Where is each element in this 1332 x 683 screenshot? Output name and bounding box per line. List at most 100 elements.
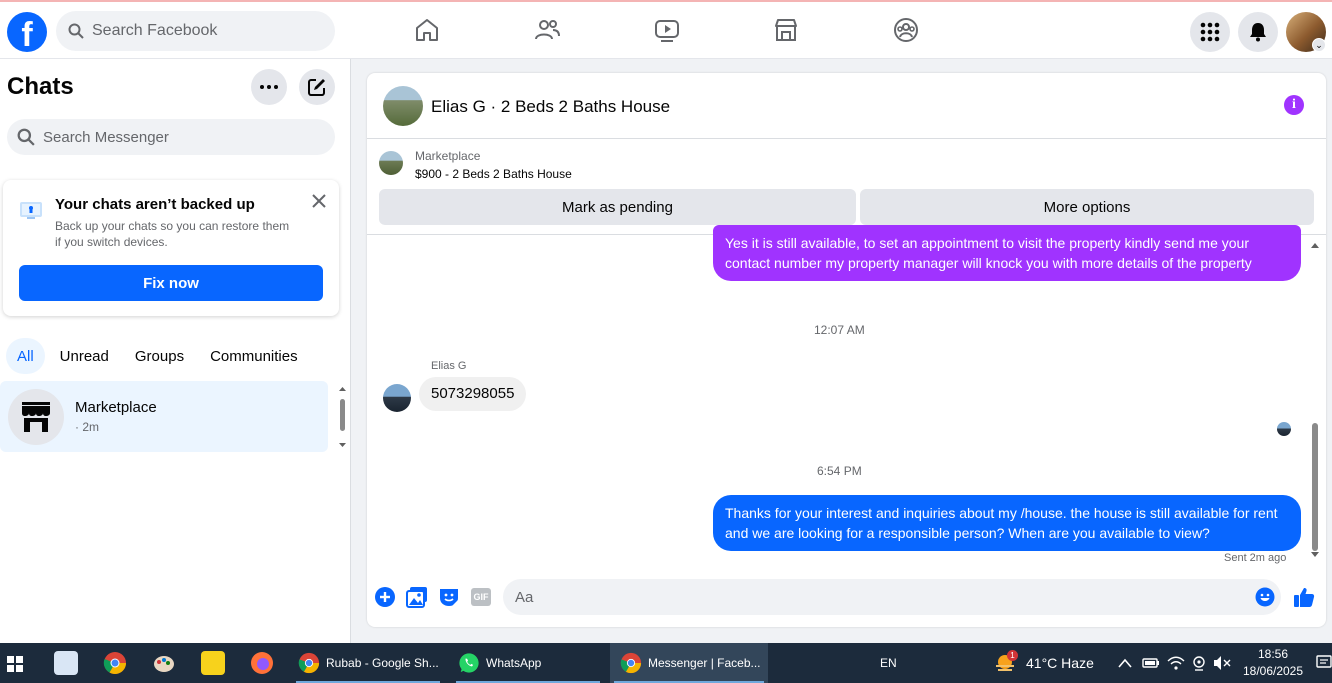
battery-icon[interactable] <box>1142 655 1160 671</box>
sender-name: Elias G <box>431 360 467 372</box>
chevron-up-icon[interactable] <box>1118 657 1132 669</box>
received-message[interactable]: 5073298055 <box>419 377 527 411</box>
app-icon-document[interactable] <box>54 651 78 675</box>
filter-groups[interactable]: Groups <box>124 338 195 374</box>
image-icon <box>406 587 427 608</box>
listing-avatar[interactable] <box>383 86 423 126</box>
storefront-icon <box>22 402 50 432</box>
chats-options-button[interactable] <box>251 69 287 105</box>
messenger-search-input[interactable] <box>43 128 303 146</box>
marketplace-icon[interactable] <box>772 16 800 44</box>
system-clock[interactable]: 18:56 18/06/2025 <box>1238 646 1308 680</box>
clock-time: 18:56 <box>1257 647 1289 661</box>
filter-communities[interactable]: Communities <box>199 338 309 374</box>
weather-icon: 1 <box>994 650 1018 674</box>
marketplace-avatar <box>8 389 64 445</box>
chats-title: Chats <box>7 73 74 100</box>
more-options-icon <box>260 85 278 89</box>
conversation-header: Elias G · 2 Beds 2 Baths House i <box>367 73 1326 139</box>
facebook-search-box[interactable] <box>56 11 335 51</box>
listing-thumbnail[interactable] <box>379 151 403 175</box>
mark-as-pending-button[interactable]: Mark as pending <box>379 189 856 225</box>
taskbar-messenger-chrome[interactable]: Messenger | Faceb... <box>610 643 768 683</box>
message-timestamp: 12:07 AM <box>814 323 865 337</box>
windows-start-icon[interactable] <box>7 656 23 672</box>
more-options-button[interactable]: More options <box>860 189 1314 225</box>
chat-filters: All Unread Groups Communities <box>6 338 309 374</box>
like-button[interactable] <box>1292 585 1316 609</box>
taskbar-chrome-sheets[interactable]: Rubab - Google Sh... <box>292 643 442 683</box>
backup-lock-icon <box>20 202 42 219</box>
top-navigation: f ⌄ <box>0 0 1332 59</box>
webcam-icon[interactable] <box>1191 655 1207 671</box>
taskbar-item-label: Messenger | Faceb... <box>648 656 761 670</box>
emoji-button[interactable] <box>1253 585 1277 609</box>
firefox-icon[interactable] <box>250 651 274 675</box>
marketplace-label: Marketplace <box>415 149 481 163</box>
gif-button[interactable]: GIF <box>469 585 493 609</box>
friends-icon[interactable] <box>533 16 561 44</box>
backup-notice-card: Your chats aren’t backed up Back up your… <box>3 180 339 316</box>
filter-unread[interactable]: Unread <box>49 338 120 374</box>
home-icon[interactable] <box>413 16 441 44</box>
weather-widget[interactable]: 1 41°C Haze <box>994 643 1094 683</box>
sticker-button[interactable] <box>437 585 461 609</box>
backup-title: Your chats aren’t backed up <box>55 196 255 213</box>
chat-list-scrollbar[interactable] <box>338 385 347 451</box>
notifications-button[interactable] <box>1238 12 1278 52</box>
listing-title[interactable]: $900 - 2 Beds 2 Baths House <box>415 167 572 181</box>
info-icon[interactable]: i <box>1284 95 1304 115</box>
conversation-scrollbar[interactable] <box>1309 239 1321 559</box>
attach-photo-button[interactable] <box>405 585 429 609</box>
add-attachment-button[interactable] <box>373 585 397 609</box>
message-input[interactable] <box>503 579 1281 615</box>
message-status: Sent 2m ago <box>1224 552 1287 564</box>
weather-alert-badge: 1 <box>1007 650 1018 661</box>
search-icon <box>68 23 84 39</box>
thumbs-up-icon <box>1294 588 1315 607</box>
paint-icon[interactable] <box>152 651 176 675</box>
fix-now-button[interactable]: Fix now <box>19 265 323 301</box>
volume-muted-icon[interactable] <box>1213 655 1231 671</box>
new-message-button[interactable] <box>299 69 335 105</box>
clock-date: 18/06/2025 <box>1242 664 1304 678</box>
chat-list-item[interactable]: Marketplace · 2m <box>0 381 328 452</box>
taskbar-whatsapp[interactable]: WhatsApp <box>452 643 602 683</box>
sticker-icon <box>440 589 458 606</box>
sticky-notes-icon[interactable] <box>201 651 225 675</box>
gif-icon: GIF <box>471 588 491 606</box>
conversation-panel: Elias G · 2 Beds 2 Baths House i Marketp… <box>367 73 1326 627</box>
sent-message[interactable]: Thanks for your interest and inquiries a… <box>713 495 1301 551</box>
messenger-search-box[interactable] <box>7 119 335 155</box>
sent-message[interactable]: Yes it is still available, to set an app… <box>713 225 1301 281</box>
video-icon[interactable] <box>653 16 681 44</box>
menu-grid-button[interactable] <box>1190 12 1230 52</box>
chat-name: Marketplace <box>75 399 157 416</box>
weather-text: 41°C Haze <box>1026 655 1094 671</box>
bell-icon <box>1250 23 1266 42</box>
filter-all[interactable]: All <box>6 338 45 374</box>
groups-icon[interactable] <box>892 16 920 44</box>
chat-time: · 2m <box>75 420 99 434</box>
wifi-icon[interactable] <box>1167 655 1185 671</box>
chrome-icon[interactable] <box>103 651 127 675</box>
chevron-down-icon[interactable]: ⌄ <box>1312 38 1326 52</box>
whatsapp-icon <box>459 653 479 673</box>
menu-grid-icon <box>1200 22 1220 42</box>
notification-center-icon[interactable] <box>1316 655 1332 671</box>
conversation-title[interactable]: Elias G · 2 Beds 2 Baths House <box>431 97 670 117</box>
windows-taskbar: Rubab - Google Sh... WhatsApp Messenger … <box>0 643 1332 683</box>
facebook-logo[interactable]: f <box>7 12 47 52</box>
emoji-icon <box>1255 587 1275 607</box>
language-indicator[interactable]: EN <box>880 643 897 683</box>
chrome-icon <box>620 652 642 674</box>
backup-description: Back up your chats so you can restore th… <box>55 219 290 249</box>
close-icon[interactable] <box>309 191 329 211</box>
read-receipt-avatar <box>1277 422 1291 436</box>
sender-avatar[interactable] <box>383 384 411 412</box>
facebook-search-input[interactable] <box>92 22 312 40</box>
taskbar-item-label: Rubab - Google Sh... <box>326 656 439 670</box>
compose-icon <box>308 79 325 96</box>
plus-circle-icon <box>375 587 395 607</box>
message-composer: GIF <box>367 573 1326 627</box>
